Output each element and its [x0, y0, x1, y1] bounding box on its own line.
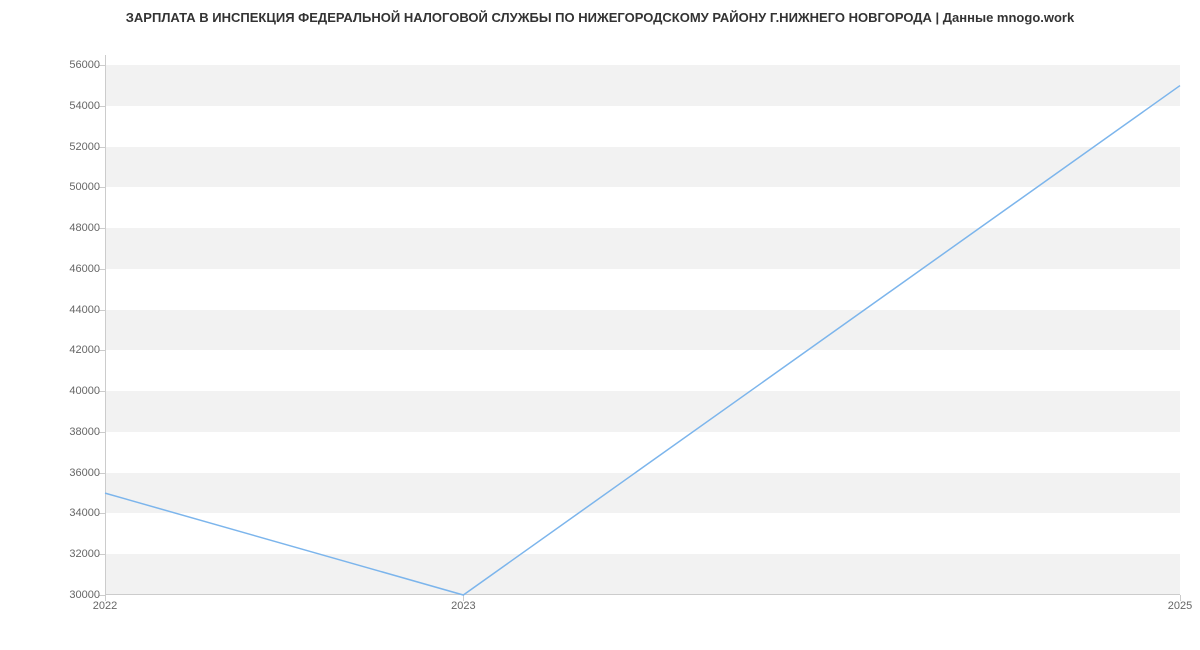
line-plot — [105, 55, 1180, 595]
y-tick-label: 44000 — [40, 304, 100, 316]
y-tick-label: 42000 — [40, 344, 100, 356]
plot-area — [105, 55, 1180, 595]
y-tick-label: 32000 — [40, 548, 100, 560]
y-tick-label: 54000 — [40, 100, 100, 112]
y-tick-label: 50000 — [40, 181, 100, 193]
y-tick-label: 36000 — [40, 467, 100, 479]
y-tick-label: 38000 — [40, 426, 100, 438]
data-series-line — [105, 86, 1180, 595]
y-tick-label: 40000 — [40, 385, 100, 397]
x-tick-label: 2022 — [93, 600, 117, 612]
y-tick-label: 46000 — [40, 263, 100, 275]
y-tick-label: 34000 — [40, 507, 100, 519]
chart-container: ЗАРПЛАТА В ИНСПЕКЦИЯ ФЕДЕРАЛЬНОЙ НАЛОГОВ… — [0, 0, 1200, 650]
y-tick-label: 30000 — [40, 589, 100, 601]
x-tick-label: 2023 — [451, 600, 475, 612]
y-tick-label: 48000 — [40, 222, 100, 234]
chart-title: ЗАРПЛАТА В ИНСПЕКЦИЯ ФЕДЕРАЛЬНОЙ НАЛОГОВ… — [0, 10, 1200, 25]
y-tick-label: 56000 — [40, 59, 100, 71]
x-tick-label: 2025 — [1168, 600, 1192, 612]
y-tick-label: 52000 — [40, 141, 100, 153]
